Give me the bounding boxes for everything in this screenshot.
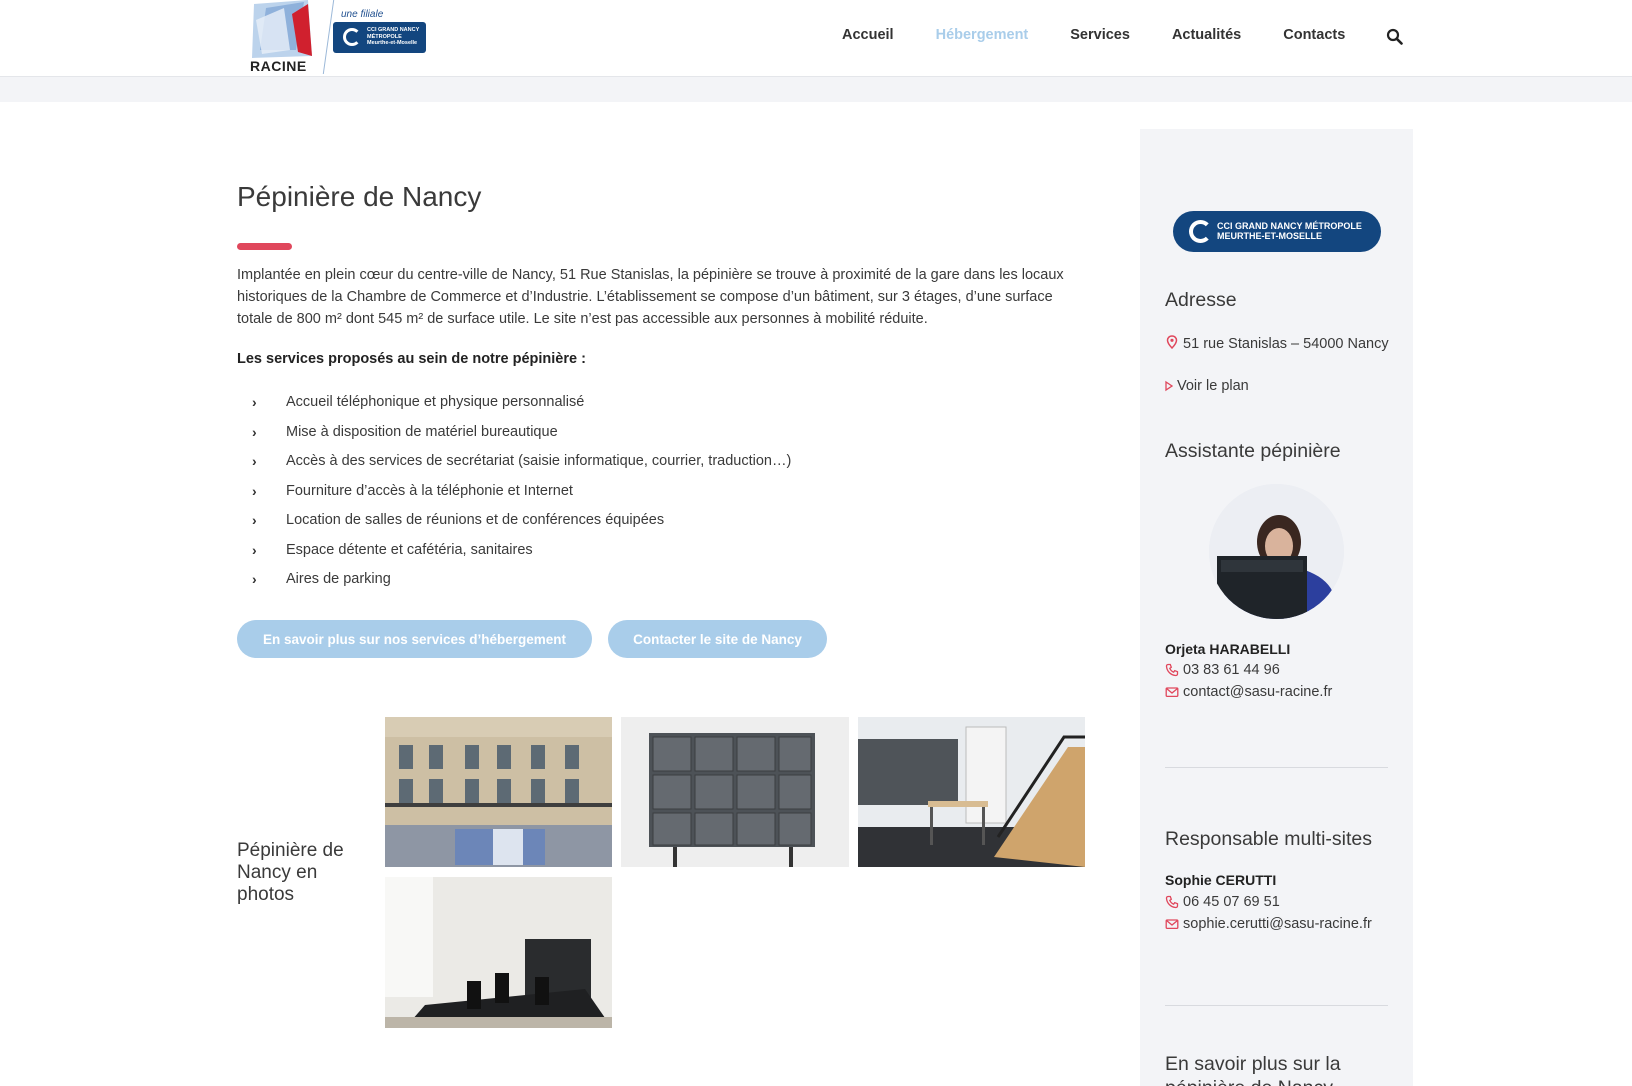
- list-item: › Accueil téléphonique et physique person…: [252, 394, 585, 410]
- cci-logo-small[interactable]: CCI GRAND NANCY MÉTROPOLE Meurthe-et-Mos…: [333, 22, 426, 53]
- search-icon[interactable]: [1386, 28, 1403, 45]
- address-block: 51 rue Stanislas – 54000 Nancy: [1165, 333, 1395, 355]
- list-item: › Accès à des services de secrétariat (sa…: [252, 453, 792, 469]
- nav-accueil[interactable]: Accueil: [842, 27, 894, 43]
- chevron-right-icon: ›: [252, 571, 257, 587]
- filiale-label: une filiale: [341, 9, 384, 20]
- manager-heading: Responsable multi-sites: [1165, 828, 1373, 850]
- cci-logo[interactable]: CCI GRAND NANCY MÉTROPOLE MEURTHE-ET-MOS…: [1173, 211, 1381, 252]
- list-item: › Mise à disposition de matériel bureauti…: [252, 423, 558, 440]
- photo-building-facade[interactable]: [385, 717, 612, 867]
- nav-contacts[interactable]: Contacts: [1283, 27, 1345, 43]
- services-heading: Les services proposés au sein de notre p…: [237, 351, 586, 367]
- assistant-avatar: [1209, 484, 1344, 619]
- manager-phone[interactable]: 06 45 07 69 51: [1165, 894, 1280, 910]
- contact-site-button[interactable]: Contacter le site de Nancy: [608, 620, 827, 658]
- nav-actualites[interactable]: Actualités: [1172, 27, 1241, 43]
- phone-icon: [1165, 663, 1179, 677]
- chevron-right-icon: ›: [252, 394, 257, 410]
- photo-meeting-room[interactable]: [385, 877, 612, 1028]
- chevron-right-icon: ›: [252, 512, 257, 528]
- list-item: › Espace détente et cafétéria, sanitaires: [252, 541, 533, 558]
- chevron-right-icon: ›: [252, 453, 257, 469]
- caret-right-icon: [1165, 380, 1173, 392]
- services-list: › Accueil téléphonique et physique person…: [252, 392, 791, 599]
- manager-email-text[interactable]: sophie.cerutti@sasu-racine.fr: [1183, 916, 1372, 932]
- nav-services[interactable]: Services: [1070, 27, 1130, 43]
- assistant-phone-text[interactable]: 03 83 61 44 96: [1183, 662, 1280, 678]
- chevron-right-icon: ›: [252, 541, 257, 558]
- chevron-right-icon: ›: [252, 482, 257, 499]
- main-nav: Accueil Hébergement Services Actualités …: [842, 27, 1387, 43]
- sidebar-divider: [1165, 1005, 1388, 1006]
- map-link-label[interactable]: Voir le plan: [1177, 378, 1249, 394]
- assistant-name: Orjeta HARABELLI: [1165, 641, 1291, 657]
- more-services-button[interactable]: En savoir plus sur nos services d’héberg…: [237, 620, 592, 658]
- assistant-email[interactable]: contact@sasu-racine.fr: [1165, 684, 1332, 700]
- assistant-email-text[interactable]: contact@sasu-racine.fr: [1183, 684, 1332, 700]
- map-link[interactable]: Voir le plan: [1165, 378, 1249, 394]
- list-item: › Fourniture d’accès à la téléphonie et I…: [252, 482, 573, 499]
- cci-logo-line1: CCI GRAND NANCY MÉTROPOLE: [1217, 221, 1362, 231]
- assistant-heading: Assistante pépinière: [1165, 440, 1341, 462]
- map-pin-icon: [1166, 335, 1178, 349]
- manager-phone-text[interactable]: 06 45 07 69 51: [1183, 894, 1280, 910]
- photo-entrance-hall[interactable]: [858, 717, 1085, 867]
- more-info-heading: En savoir plus sur la pépinière de Nancy: [1165, 1053, 1341, 1086]
- manager-email[interactable]: sophie.cerutti@sasu-racine.fr: [1165, 916, 1372, 932]
- nav-hebergement[interactable]: Hébergement: [936, 27, 1029, 43]
- envelope-icon: [1165, 919, 1179, 930]
- photo-mailboxes[interactable]: [621, 717, 849, 867]
- assistant-phone[interactable]: 03 83 61 44 96: [1165, 662, 1280, 678]
- page-banner-band: [0, 77, 1632, 102]
- manager-name: Sophie CERUTTI: [1165, 872, 1277, 888]
- title-accent-bar: [237, 243, 292, 250]
- sidebar-divider: [1165, 767, 1388, 768]
- intro-paragraph: Implantée en plein cœur du centre-ville …: [237, 267, 1064, 327]
- envelope-icon: [1165, 687, 1179, 698]
- address-text: 51 rue Stanislas – 54000 Nancy: [1183, 336, 1389, 352]
- address-heading: Adresse: [1165, 289, 1237, 311]
- phone-icon: [1165, 895, 1179, 909]
- list-item: › Aires de parking: [252, 571, 391, 587]
- site-header: RACINE une filiale CCI GRAND NANCY MÉTRO…: [0, 0, 1632, 77]
- cci-logo-line2: MEURTHE-ET-MOSELLE: [1217, 231, 1322, 241]
- racine-logo-text: RACINE: [250, 58, 307, 74]
- cci-logo-small-text: CCI GRAND NANCY MÉTROPOLE Meurthe-et-Mos…: [367, 27, 420, 46]
- list-item: › Location de salles de réunions et de co…: [252, 512, 665, 528]
- cci-icon: [1189, 220, 1212, 243]
- chevron-right-icon: ›: [252, 423, 257, 440]
- page-title: Pépinière de Nancy: [237, 181, 482, 212]
- cci-icon: [343, 28, 361, 46]
- photos-title: Pépinière de Nancy en photos: [237, 840, 344, 905]
